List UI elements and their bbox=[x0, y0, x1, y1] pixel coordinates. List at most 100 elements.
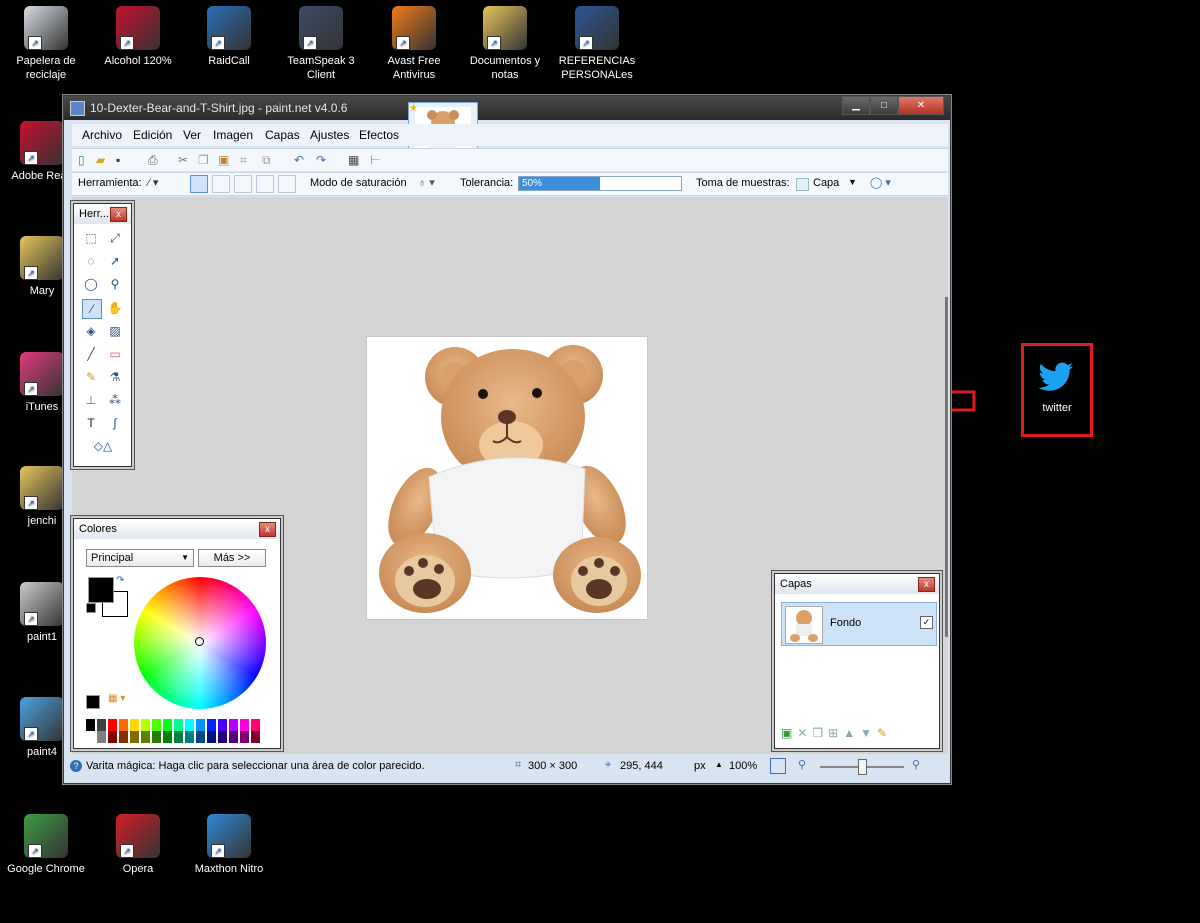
palette-swatch[interactable] bbox=[152, 731, 161, 743]
copy-icon[interactable]: ❐ bbox=[198, 153, 212, 167]
palette-swatch[interactable] bbox=[207, 719, 216, 731]
intersect-mode-button[interactable] bbox=[256, 175, 274, 193]
color-palette[interactable] bbox=[86, 719, 270, 743]
palette-swatch[interactable] bbox=[196, 719, 205, 731]
zoom-out-icon[interactable]: ⚲ bbox=[798, 758, 806, 771]
palette-swatch[interactable] bbox=[185, 719, 194, 731]
paint-bucket-tool-icon[interactable]: ◈ bbox=[82, 322, 100, 340]
antialias-icon[interactable]: ◯ ▾ bbox=[870, 176, 891, 189]
color-picker-tool-icon[interactable]: ⚗ bbox=[106, 368, 124, 386]
menu-archivo[interactable]: Archivo bbox=[82, 128, 122, 142]
canvas-scroll-indicator[interactable] bbox=[945, 297, 948, 637]
palette-swatch[interactable] bbox=[141, 731, 150, 743]
union-mode-button[interactable] bbox=[212, 175, 230, 193]
desktop-icon-opera[interactable]: ↗ Opera bbox=[98, 814, 178, 876]
teddy-bear-image[interactable] bbox=[366, 336, 648, 620]
zoom-tool-icon[interactable]: ⚲ bbox=[106, 275, 124, 293]
desktop-icon-recycle-bin[interactable]: ↗ Papelera de reciclaje bbox=[6, 6, 86, 82]
more-colors-button[interactable]: Más >> bbox=[198, 549, 266, 567]
move-selected-tool-icon[interactable]: ⤢ bbox=[106, 229, 124, 247]
desktop-icon-chrome[interactable]: ↗ Google Chrome bbox=[6, 814, 86, 876]
desktop-icon-teamspeak[interactable]: ↗ TeamSpeak 3 Client bbox=[281, 6, 361, 82]
palette-swatch[interactable] bbox=[119, 719, 128, 731]
layer-row-fondo[interactable]: Fondo ✓ bbox=[781, 602, 937, 646]
grid-icon[interactable]: ▦ bbox=[348, 153, 362, 167]
palette-swatch[interactable] bbox=[229, 731, 238, 743]
gradient-tool-icon[interactable]: ▨ bbox=[106, 322, 124, 340]
desktop-icon-avast[interactable]: ↗ Avast Free Antivirus bbox=[374, 6, 454, 82]
recolor-tool-icon[interactable]: ⁂ bbox=[106, 391, 124, 409]
palette-swatch[interactable] bbox=[119, 731, 128, 743]
zoom-level[interactable]: 100% bbox=[729, 760, 757, 772]
palette-swatch[interactable] bbox=[130, 719, 139, 731]
paste-icon[interactable]: ▣ bbox=[218, 153, 232, 167]
palette-swatch[interactable] bbox=[152, 719, 161, 731]
cut-icon[interactable]: ✂ bbox=[178, 153, 192, 167]
shapes-tool-icon[interactable]: ◇△ bbox=[90, 437, 116, 455]
ellipse-select-tool-icon[interactable]: ◯ bbox=[82, 275, 100, 293]
sampling-dropdown-icon[interactable]: ▼ bbox=[848, 177, 857, 187]
eraser-tool-icon[interactable]: ▭ bbox=[106, 345, 124, 363]
unit-selector[interactable]: px bbox=[694, 760, 706, 772]
pan-tool-icon[interactable]: ✋ bbox=[106, 299, 124, 317]
swap-colors-icon[interactable]: ↷ bbox=[116, 575, 124, 586]
exclude-mode-button[interactable] bbox=[234, 175, 252, 193]
menu-ajustes[interactable]: Ajustes bbox=[310, 128, 349, 142]
new-file-icon[interactable]: ▯ bbox=[78, 153, 92, 167]
sampling-value[interactable]: Capa bbox=[813, 177, 839, 189]
layer-visibility-checkbox[interactable]: ✓ bbox=[920, 616, 933, 629]
menu-capas[interactable]: Capas bbox=[265, 128, 300, 142]
tools-panel-close-button[interactable]: x bbox=[110, 207, 127, 222]
xor-mode-button[interactable] bbox=[278, 175, 296, 193]
palette-swatch[interactable] bbox=[240, 719, 249, 731]
colors-panel-close-button[interactable]: x bbox=[259, 522, 276, 537]
desktop-icon-word-document[interactable]: ↗ REFERENCIAs PERSONALes bbox=[557, 6, 637, 82]
zoom-slider-thumb[interactable] bbox=[858, 759, 867, 775]
minimize-button[interactable]: ▁ bbox=[842, 96, 870, 115]
zoom-in-icon[interactable]: ⚲ bbox=[912, 758, 920, 771]
menu-efectos[interactable]: Efectos bbox=[359, 128, 399, 142]
text-tool-icon[interactable]: T bbox=[82, 414, 100, 432]
move-selection-tool-icon[interactable]: ➚ bbox=[106, 252, 124, 270]
delete-layer-icon[interactable]: ✕ bbox=[797, 726, 807, 740]
rectangle-select-tool-icon[interactable]: ⬚ bbox=[82, 229, 100, 247]
magic-wand-tool-icon[interactable]: ⁄ bbox=[82, 299, 102, 319]
layer-properties-icon[interactable]: ✎ bbox=[877, 726, 887, 740]
palette-swatch[interactable] bbox=[86, 719, 95, 731]
palette-menu-icon[interactable]: ▦ ▾ bbox=[108, 693, 125, 704]
menu-imagen[interactable]: Imagen bbox=[213, 128, 253, 142]
replace-mode-button[interactable] bbox=[190, 175, 208, 193]
palette-swatch[interactable] bbox=[174, 719, 183, 731]
palette-swatch[interactable] bbox=[196, 731, 205, 743]
palette-swatch[interactable] bbox=[86, 731, 95, 743]
undo-icon[interactable]: ↶ bbox=[294, 153, 308, 167]
zoom-to-window-icon[interactable] bbox=[770, 758, 786, 774]
open-file-icon[interactable]: ▰ bbox=[96, 153, 110, 167]
twitter-icon[interactable] bbox=[1038, 362, 1074, 392]
pencil-tool-icon[interactable]: ✎ bbox=[82, 368, 100, 386]
desktop-icon-maxthon-nitro[interactable]: ↗ Maxthon Nitro bbox=[189, 814, 269, 876]
palette-swatch[interactable] bbox=[163, 731, 172, 743]
magic-wand-tool-select[interactable]: ⁄ ▾ bbox=[148, 176, 158, 189]
close-button[interactable]: ✕ bbox=[898, 96, 944, 115]
palette-swatch[interactable] bbox=[97, 731, 106, 743]
palette-swatch[interactable] bbox=[229, 719, 238, 731]
palette-swatch[interactable] bbox=[108, 731, 117, 743]
title-bar[interactable]: 10-Dexter-Bear-and-T-Shirt.jpg - paint.n… bbox=[64, 96, 950, 120]
palette-swatch[interactable] bbox=[185, 731, 194, 743]
desktop-icon-alcohol[interactable]: ↗ Alcohol 120% bbox=[98, 6, 178, 68]
lasso-select-tool-icon[interactable]: ◌ bbox=[82, 252, 100, 270]
palette-swatch[interactable] bbox=[163, 719, 172, 731]
deselect-icon[interactable]: ⧉ bbox=[262, 153, 276, 167]
palette-swatch[interactable] bbox=[141, 719, 150, 731]
save-icon[interactable]: ▪ bbox=[116, 153, 130, 167]
ruler-icon[interactable]: ⊢ bbox=[370, 153, 384, 167]
color-wheel[interactable] bbox=[134, 577, 266, 709]
clone-stamp-tool-icon[interactable]: ⊥ bbox=[82, 391, 100, 409]
crop-icon[interactable]: ⌗ bbox=[240, 153, 254, 167]
desktop-icon-folder[interactable]: ↗ Documentos y notas bbox=[465, 6, 545, 82]
primary-color-swatch[interactable] bbox=[88, 577, 114, 603]
color-mode-select[interactable]: Principal ▼ bbox=[86, 549, 194, 567]
palette-swatch[interactable] bbox=[108, 719, 117, 731]
print-icon[interactable]: ⎙ bbox=[148, 153, 162, 167]
